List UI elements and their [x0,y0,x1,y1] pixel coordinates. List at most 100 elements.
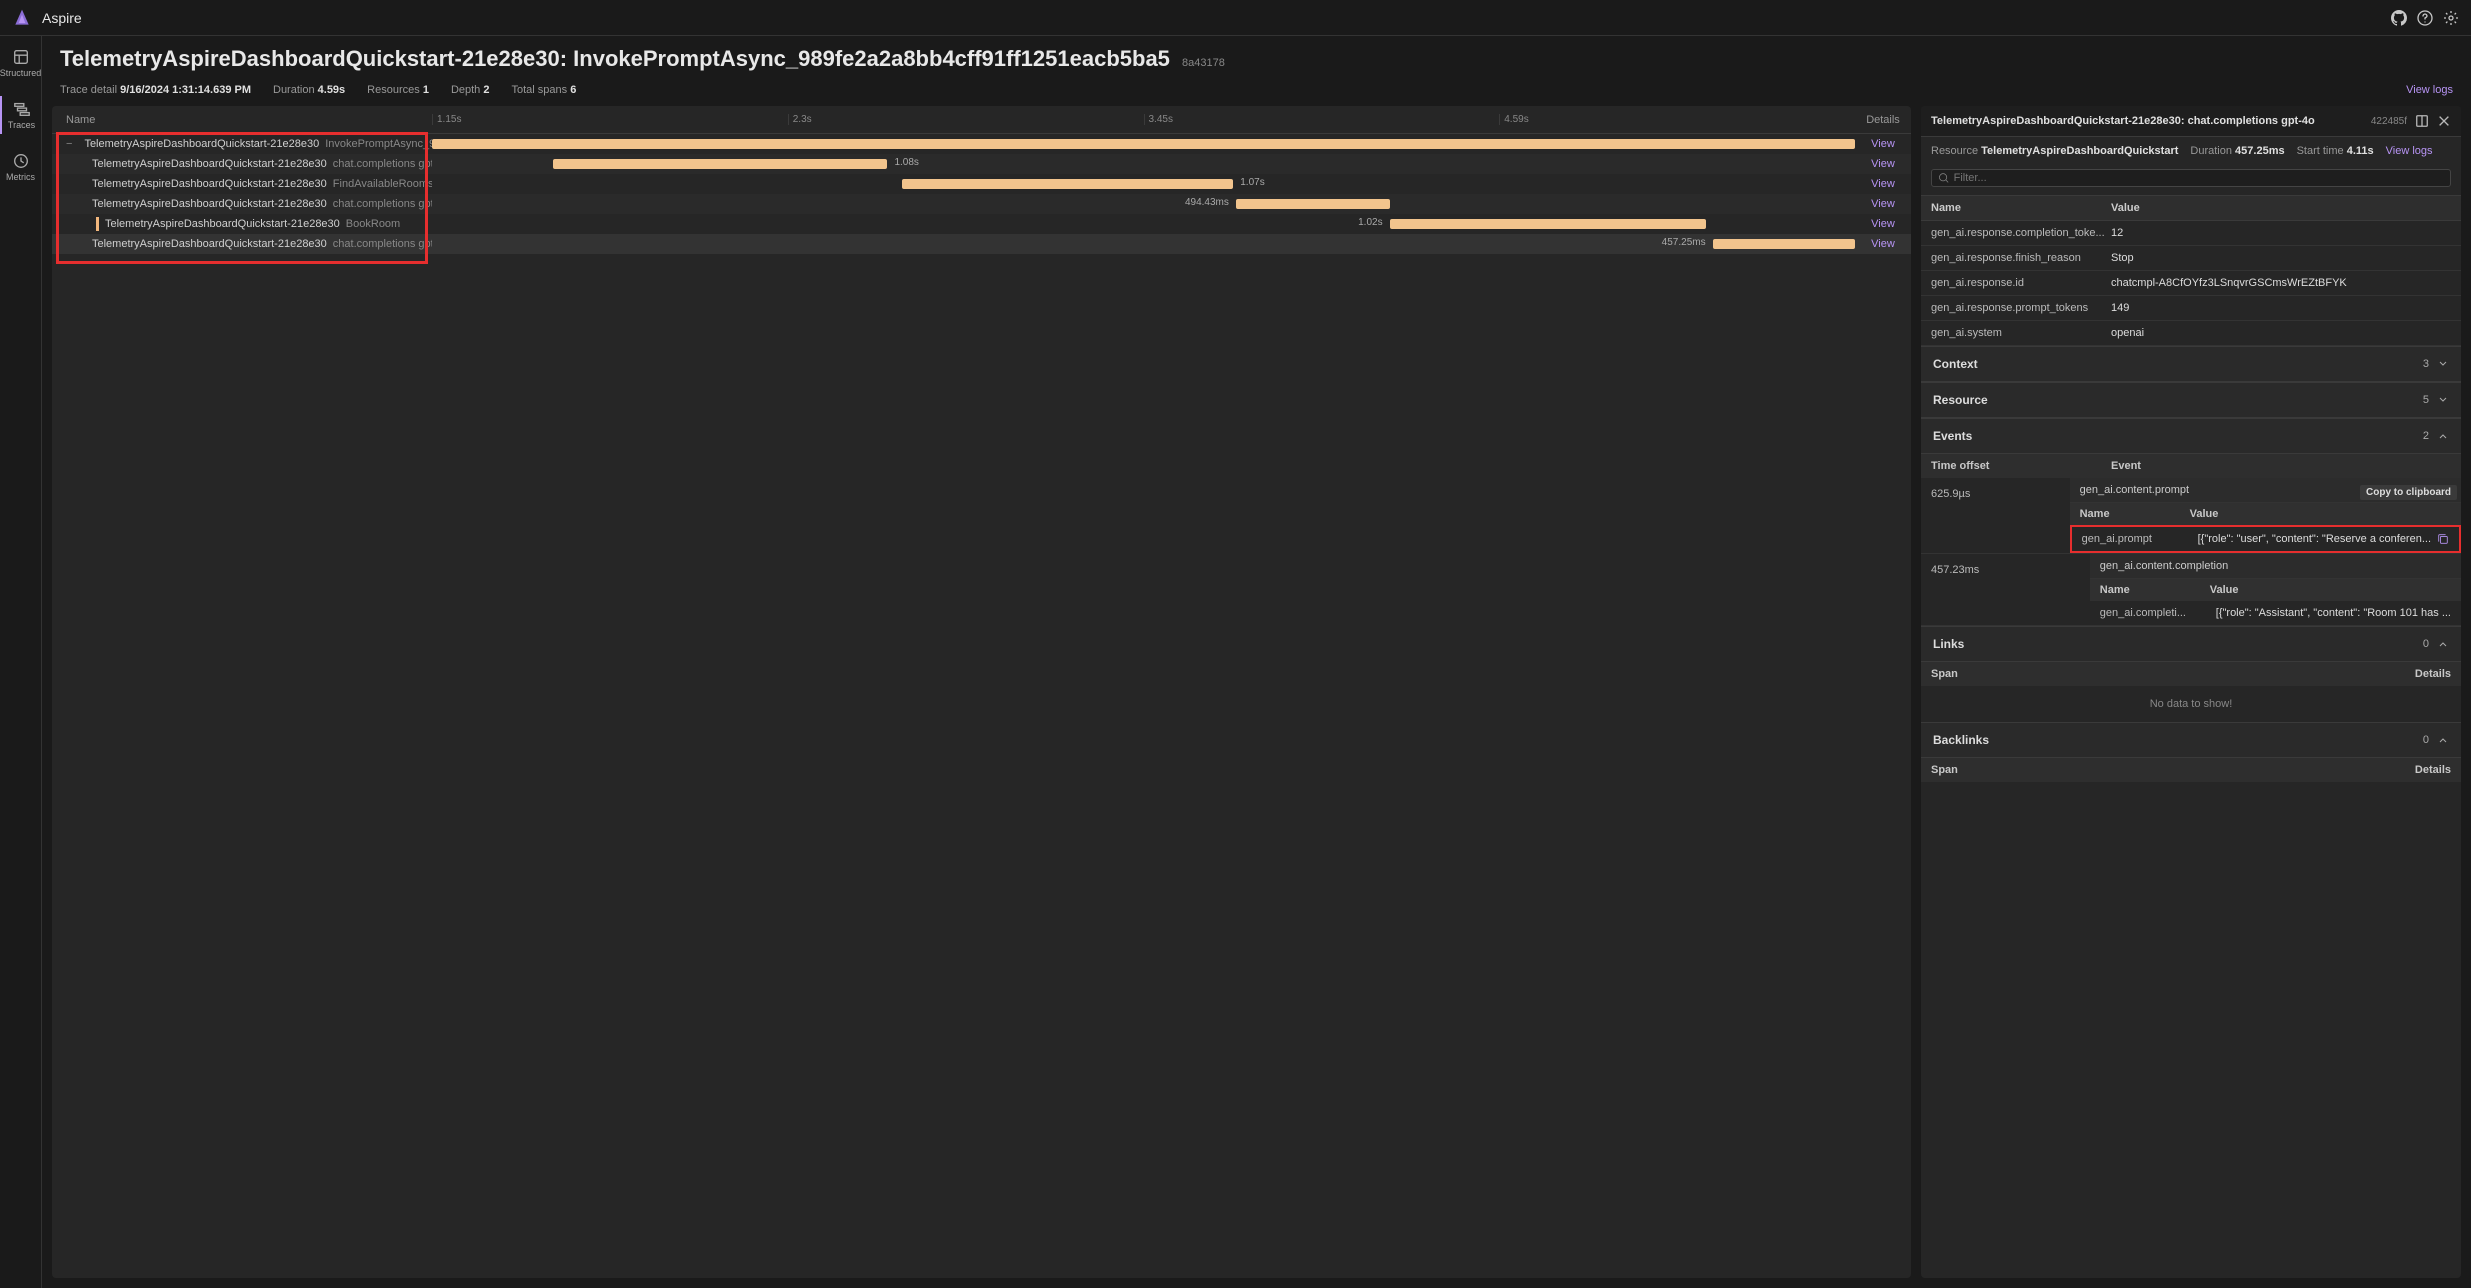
span-view-logs[interactable]: View logs [2386,145,2433,157]
trace-meta: Trace detail 9/16/2024 1:31:14.639 PM Du… [42,78,2471,106]
attribute-row: gen_ai.response.completion_toke...12 [1921,221,2461,246]
span-bar[interactable] [1713,239,1855,249]
close-icon[interactable] [2437,114,2451,128]
expand-toggle[interactable]: − [66,138,72,150]
aspire-logo-icon [12,8,32,28]
span-details-panel: TelemetryAspireDashboardQuickstart-21e28… [1921,106,2461,1278]
view-link[interactable]: View [1855,238,1911,250]
trace-timeline: Name 1.15s2.3s3.45s4.59s Details −Teleme… [52,106,1911,1278]
span-operation: InvokePromptAsync_989fe2a2a8bb4c... [325,138,432,150]
help-icon[interactable] [2417,10,2433,26]
section-backlinks[interactable]: Backlinks 0 [1921,722,2461,758]
traces-icon [13,100,31,118]
attribute-row: gen_ai.systemopenai [1921,321,2461,346]
app-title: Aspire [42,10,2391,26]
view-link[interactable]: View [1855,178,1911,190]
event-name: gen_ai.content.completion [2090,554,2461,579]
attr-name: gen_ai.response.prompt_tokens [1931,302,2111,314]
sidebar-item-traces[interactable]: Traces [0,96,41,134]
span-operation: chat.completions gpt-4o [333,198,432,210]
top-bar: Aspire [0,0,2471,36]
span-service: TelemetryAspireDashboardQuickstart-21e28… [105,218,340,230]
expand-icon[interactable] [2415,114,2429,128]
trace-row[interactable]: TelemetryAspireDashboardQuickstart-21e28… [52,154,1911,174]
trace-row[interactable]: TelemetryAspireDashboardQuickstart-21e28… [52,214,1911,234]
attribute-row: gen_ai.response.finish_reasonStop [1921,246,2461,271]
span-service: TelemetryAspireDashboardQuickstart-21e28… [92,198,327,210]
span-hash: 422485f [2371,116,2407,127]
attribute-row: gen_ai.response.prompt_tokens149 [1921,296,2461,321]
section-resource[interactable]: Resource 5 [1921,382,2461,418]
column-details: Details [1855,114,1911,126]
github-icon[interactable] [2391,10,2407,26]
span-bar[interactable] [1236,199,1390,209]
trace-row[interactable]: TelemetryAspireDashboardQuickstart-21e28… [52,174,1911,194]
attr-name: gen_ai.response.finish_reason [1931,252,2111,264]
filter-input[interactable] [1954,172,2444,184]
attr-value: chatcmpl-A8CfOYfz3LSnqvrGSCmsWrEZtBFYK [2111,277,2451,289]
trace-row[interactable]: TelemetryAspireDashboardQuickstart-21e28… [52,234,1911,254]
trace-row[interactable]: −TelemetryAspireDashboardQuickstart-21e2… [52,134,1911,154]
event-attribute: gen_ai.prompt[{"role": "user", "content"… [2070,525,2461,553]
tooltip: Copy to clipboard [2360,485,2457,500]
span-service: TelemetryAspireDashboardQuickstart-21e28… [92,238,327,250]
span-bar[interactable] [553,159,887,169]
event-offset: 457.23ms [1921,554,2090,625]
span-marker-icon [96,217,99,231]
column-name: Name [52,114,432,126]
attr-name: gen_ai.response.completion_toke... [1931,227,2111,239]
view-link[interactable]: View [1855,158,1911,170]
span-duration-label: 1.02s [1358,217,1382,228]
chevron-up-icon [2437,430,2449,442]
no-data-message: No data to show! [1921,686,2461,722]
event-row: 625.9µsgen_ai.content.promptNameValueCop… [1921,478,2461,554]
chevron-up-icon [2437,638,2449,650]
span-operation: chat.completions gpt-4o [333,158,432,170]
timeline-tick: 3.45s [1144,114,1500,125]
sidebar-item-metrics[interactable]: Metrics [0,148,41,186]
section-events[interactable]: Events 2 [1921,418,2461,454]
metrics-icon [12,152,30,170]
span-bar[interactable] [1390,219,1706,229]
attribute-row: gen_ai.response.idchatcmpl-A8CfOYfz3LSnq… [1921,271,2461,296]
section-links[interactable]: Links 0 [1921,626,2461,662]
trace-row[interactable]: TelemetryAspireDashboardQuickstart-21e28… [52,194,1911,214]
span-service: TelemetryAspireDashboardQuickstart-21e28… [92,158,327,170]
settings-icon[interactable] [2443,10,2459,26]
sidebar: Structured Traces Metrics [0,36,42,1288]
attr-value: 149 [2111,302,2451,314]
sidebar-item-structured[interactable]: Structured [0,44,41,82]
span-bar[interactable] [902,179,1234,189]
span-operation: BookRoom [346,218,400,230]
attr-value: 12 [2111,227,2451,239]
event-offset: 625.9µs [1921,478,2070,553]
structured-icon [12,48,30,66]
span-title: TelemetryAspireDashboardQuickstart-21e28… [1931,115,2363,127]
span-duration-label: 457.25ms [1662,237,1706,248]
attr-name: gen_ai.system [1931,327,2111,339]
chevron-down-icon [2437,358,2449,370]
span-bar[interactable] [432,139,1855,149]
event-attribute: gen_ai.completi...[{"role": "Assistant",… [2090,601,2461,625]
timeline-tick: 1.15s [432,114,788,125]
copy-icon[interactable] [2437,533,2449,545]
filter-input-wrap[interactable] [1931,169,2451,187]
attr-value: openai [2111,327,2451,339]
timeline-tick: 2.3s [788,114,1144,125]
span-duration-label: 1.08s [894,157,918,168]
view-link[interactable]: View [1855,198,1911,210]
event-row: 457.23msgen_ai.content.completionNameVal… [1921,554,2461,626]
page-title: TelemetryAspireDashboardQuickstart-21e28… [60,46,2453,72]
span-duration-label: 494.43ms [1185,197,1229,208]
search-icon [1938,172,1950,184]
chevron-up-icon [2437,734,2449,746]
section-context[interactable]: Context 3 [1921,346,2461,382]
view-link[interactable]: View [1855,218,1911,230]
chevron-down-icon [2437,394,2449,406]
view-link[interactable]: View [1855,138,1911,150]
span-duration-label: 1.07s [1240,177,1264,188]
view-logs-link[interactable]: View logs [2406,84,2453,96]
span-service: TelemetryAspireDashboardQuickstart-21e28… [92,178,327,190]
timeline-tick: 4.59s [1499,114,1855,125]
attr-name: gen_ai.response.id [1931,277,2111,289]
